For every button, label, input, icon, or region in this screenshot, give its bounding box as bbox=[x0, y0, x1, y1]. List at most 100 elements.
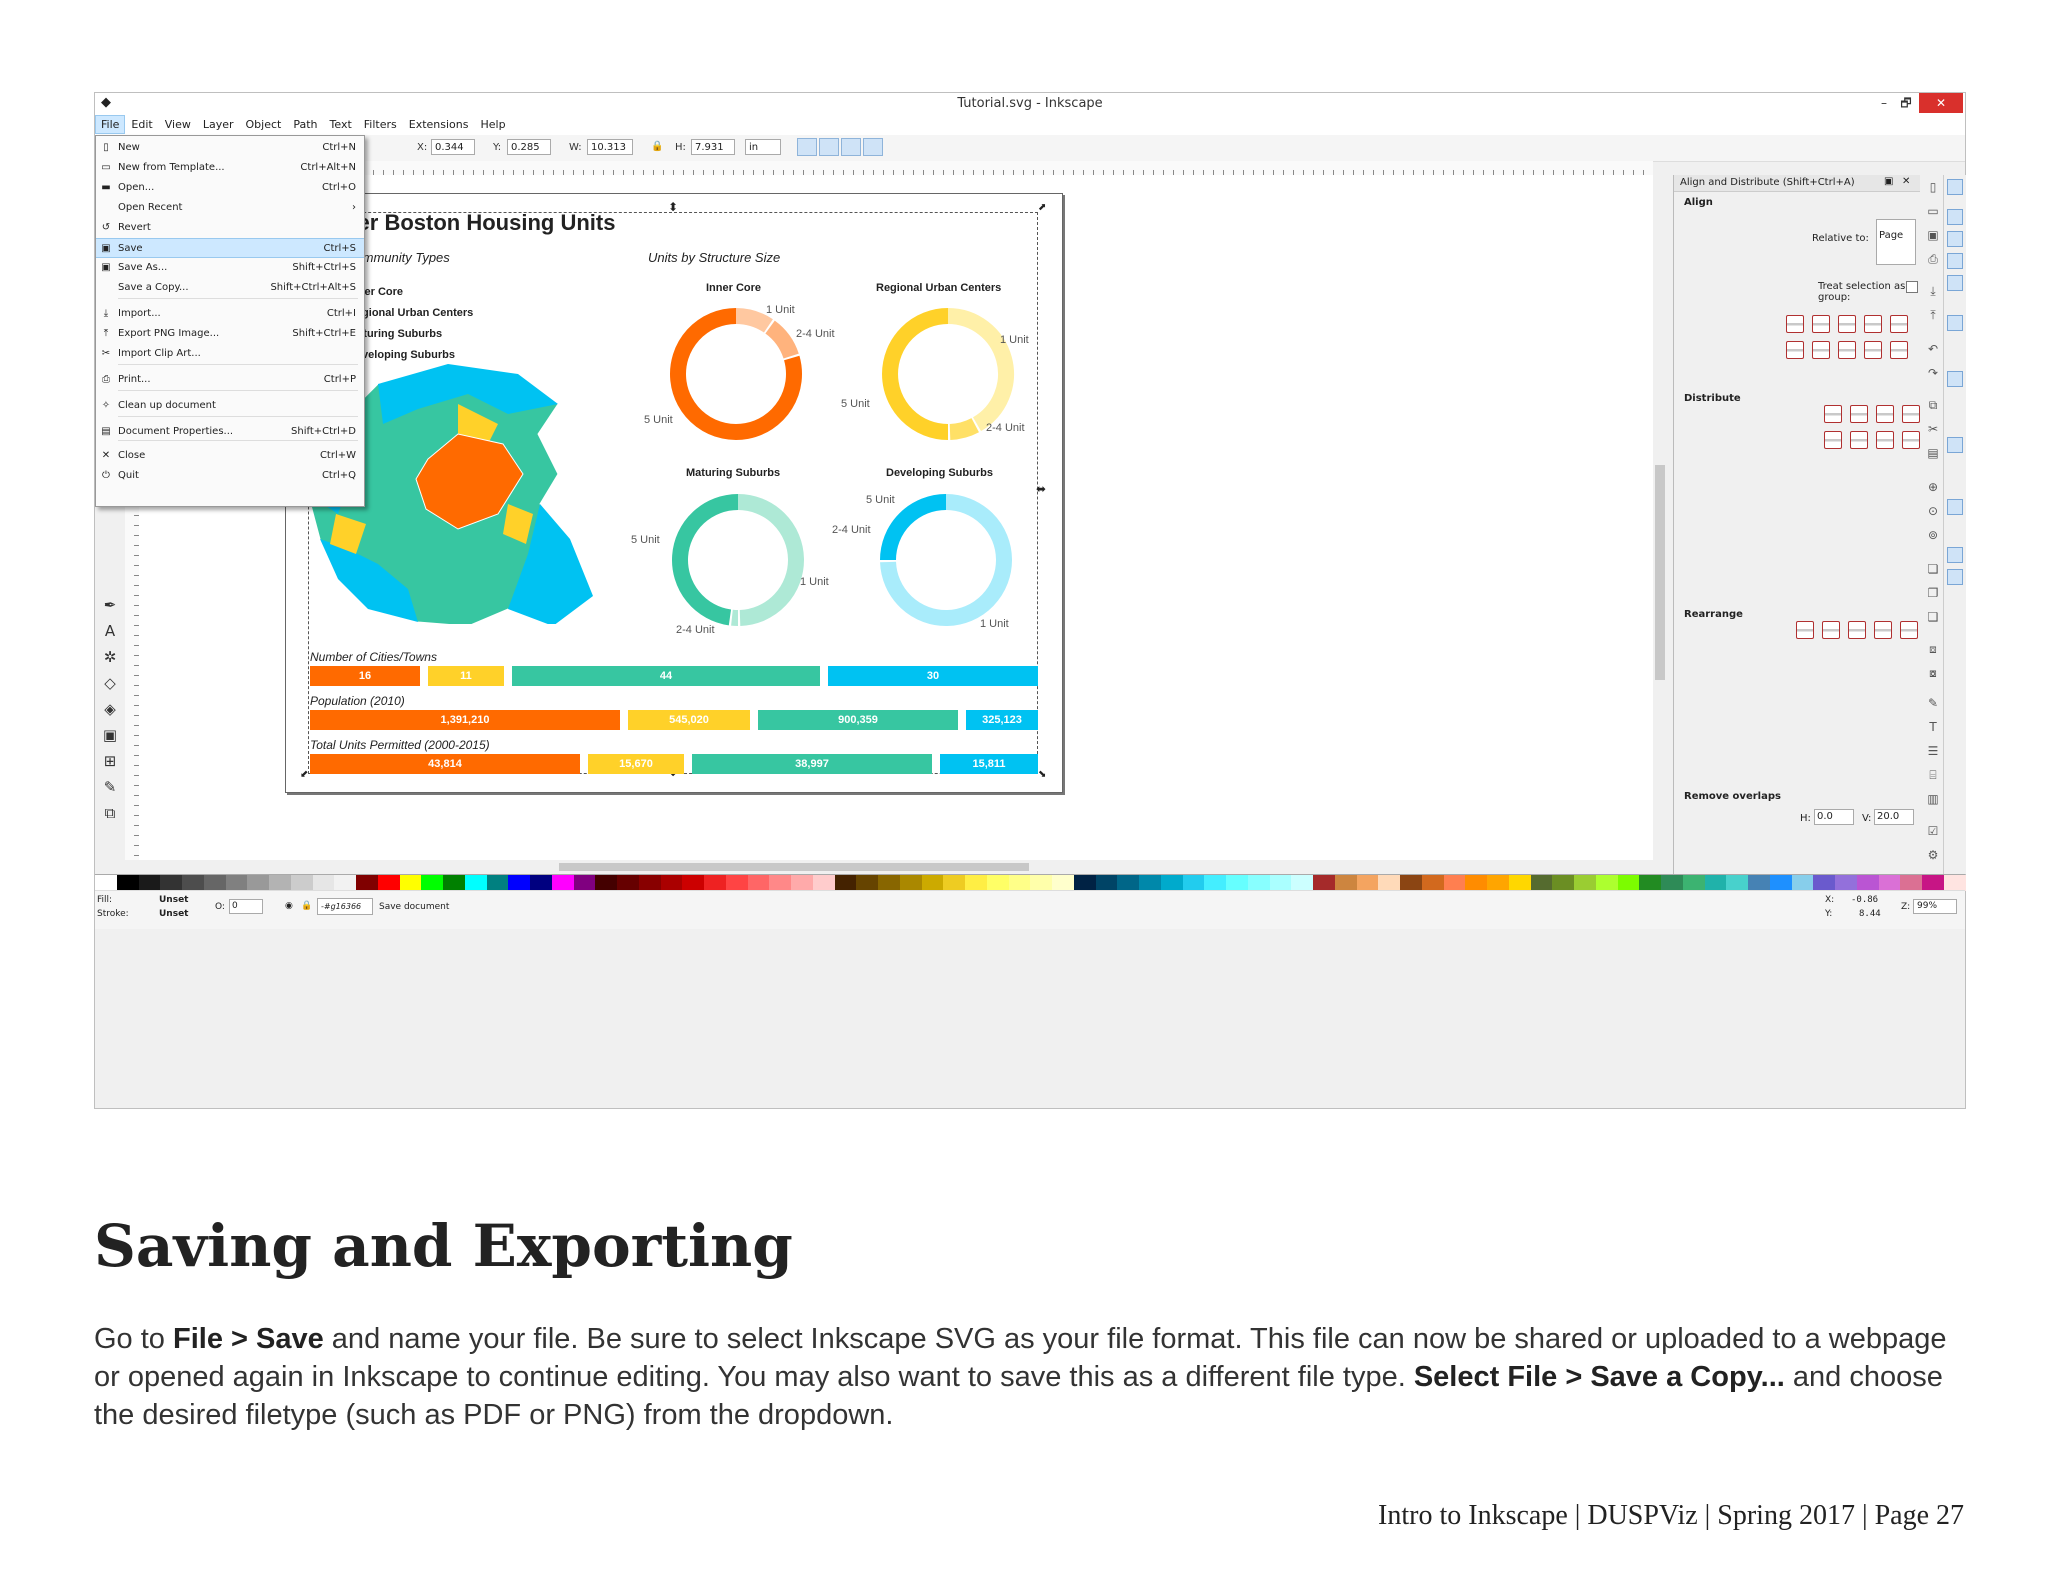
unlink-clone-icon[interactable]: ❑ bbox=[1925, 609, 1941, 625]
snap-bbox-edges-icon[interactable] bbox=[1947, 231, 1963, 247]
group-icon[interactable]: ⧈ bbox=[1925, 641, 1941, 657]
scale-corners-icon[interactable] bbox=[819, 138, 839, 156]
menu-filters[interactable]: Filters bbox=[358, 115, 403, 134]
color-swatch[interactable] bbox=[1443, 875, 1466, 891]
text-tool-icon[interactable]: A bbox=[100, 621, 120, 641]
export-icon[interactable]: ⤒ bbox=[1925, 307, 1941, 323]
color-swatch[interactable] bbox=[290, 875, 313, 891]
color-swatch[interactable] bbox=[812, 875, 835, 891]
color-swatch[interactable] bbox=[116, 875, 139, 891]
dock-iconify-icon[interactable]: ▣ bbox=[1884, 176, 1893, 187]
gradient-tool-icon[interactable]: ▣ bbox=[100, 725, 120, 745]
restore-button[interactable]: 🗗 bbox=[1895, 93, 1917, 113]
color-swatch[interactable] bbox=[1791, 875, 1814, 891]
zoom-page-icon[interactable]: ⊚ bbox=[1925, 527, 1941, 543]
snap-toggle-icon[interactable] bbox=[1947, 179, 1963, 195]
menu-extensions[interactable]: Extensions bbox=[403, 115, 475, 134]
color-swatch[interactable] bbox=[443, 875, 465, 891]
close-window-button[interactable]: ✕ bbox=[1919, 93, 1963, 113]
color-swatch[interactable] bbox=[1661, 875, 1683, 891]
xml-editor-icon[interactable]: ⌸ bbox=[1925, 767, 1941, 783]
color-swatch[interactable] bbox=[138, 875, 161, 891]
calligraphy-tool-icon[interactable]: ✒ bbox=[100, 595, 120, 615]
mesh-tool-icon[interactable]: ⊞ bbox=[100, 751, 120, 771]
file-menu-item[interactable]: ⤒ Export PNG Image... Shift+Ctrl+E bbox=[96, 324, 364, 344]
distribute-left-icon[interactable] bbox=[1824, 405, 1842, 423]
color-swatch[interactable] bbox=[1095, 875, 1118, 891]
vertical-scrollbar[interactable] bbox=[1653, 175, 1667, 860]
color-swatch[interactable] bbox=[356, 875, 378, 891]
open-icon[interactable]: ▭ bbox=[1925, 203, 1941, 219]
file-menu-item[interactable]: ▤ Document Properties... Shift+Ctrl+D bbox=[96, 422, 364, 442]
clone-icon[interactable]: ❐ bbox=[1925, 585, 1941, 601]
color-swatch[interactable] bbox=[965, 875, 987, 891]
print-icon[interactable]: ⎙ bbox=[1925, 251, 1941, 267]
current-layer-select[interactable]: -#g16366 bbox=[317, 898, 373, 915]
snap-bbox-midpoints-icon[interactable] bbox=[1947, 275, 1963, 291]
color-swatch[interactable] bbox=[856, 875, 878, 891]
ungroup-icon[interactable]: ⧇ bbox=[1925, 665, 1941, 681]
color-swatch[interactable] bbox=[1552, 875, 1574, 891]
scale-stroke-icon[interactable] bbox=[797, 138, 817, 156]
color-swatch[interactable] bbox=[1704, 875, 1727, 891]
snap-smooth-nodes-icon[interactable] bbox=[1947, 371, 1963, 387]
scale-handle-top-icon[interactable]: ⬍ bbox=[668, 200, 678, 214]
relative-to-select[interactable]: Page bbox=[1876, 219, 1916, 265]
snap-grid-icon[interactable] bbox=[1947, 547, 1963, 563]
color-swatch[interactable] bbox=[1226, 875, 1248, 891]
color-swatch[interactable] bbox=[791, 875, 813, 891]
align-distribute-icon[interactable]: ▥ bbox=[1925, 791, 1941, 807]
menu-view[interactable]: View bbox=[159, 115, 197, 134]
paint-bucket-icon[interactable]: ◈ bbox=[100, 699, 120, 719]
duplicate-icon[interactable]: ❏ bbox=[1925, 561, 1941, 577]
document-properties-icon[interactable]: ☑ bbox=[1925, 823, 1941, 839]
preferences-icon[interactable]: ⚙ bbox=[1925, 847, 1941, 863]
drawing-canvas[interactable]: ⬍ ⬍ ⬌ ⬌ ⬈ ⬋ ⬊ ater Boston Housing Units … bbox=[139, 175, 1653, 860]
snap-text-baseline-icon[interactable] bbox=[1947, 499, 1963, 515]
overlap-v-field[interactable]: 20.0 bbox=[1874, 809, 1914, 825]
file-menu-item[interactable]: ▣ Save As... Shift+Ctrl+S bbox=[96, 258, 364, 278]
color-swatch[interactable] bbox=[95, 875, 117, 891]
color-swatch[interactable] bbox=[638, 875, 661, 891]
corner-handle-bl-icon[interactable]: ⬋ bbox=[300, 769, 308, 780]
color-swatch[interactable] bbox=[1356, 875, 1379, 891]
fill-stroke-icon[interactable]: ✎ bbox=[1925, 695, 1941, 711]
color-swatch[interactable] bbox=[1008, 875, 1031, 891]
color-swatch[interactable] bbox=[943, 875, 965, 891]
y-field[interactable]: 0.285 bbox=[507, 139, 551, 155]
color-swatch[interactable] bbox=[160, 875, 182, 891]
redo-icon[interactable]: ↷ bbox=[1925, 365, 1941, 381]
color-swatch[interactable] bbox=[899, 875, 922, 891]
color-swatch[interactable] bbox=[1878, 875, 1901, 891]
file-menu-item[interactable]: ✂ Import Clip Art... bbox=[96, 344, 364, 364]
align-top-edge-icon[interactable] bbox=[1890, 341, 1908, 359]
color-swatch[interactable] bbox=[1160, 875, 1183, 891]
snap-guide-icon[interactable] bbox=[1947, 569, 1963, 585]
distribute-top-icon[interactable] bbox=[1824, 431, 1842, 449]
file-menu-item[interactable]: ▭ New from Template... Ctrl+Alt+N bbox=[96, 158, 364, 178]
color-swatch[interactable] bbox=[595, 875, 617, 891]
cut-icon[interactable]: ✂ bbox=[1925, 421, 1941, 437]
spray-tool-icon[interactable]: ✲ bbox=[100, 647, 120, 667]
center-vertical-axis-icon[interactable] bbox=[1838, 315, 1856, 333]
align-left-icon[interactable] bbox=[1812, 315, 1830, 333]
exchange-z-order-icon[interactable] bbox=[1822, 621, 1840, 639]
color-swatch[interactable] bbox=[1835, 875, 1857, 891]
color-swatch[interactable] bbox=[1421, 875, 1444, 891]
menu-edit[interactable]: Edit bbox=[125, 115, 158, 134]
corner-handle-br-icon[interactable]: ⬊ bbox=[1038, 769, 1046, 780]
menu-object[interactable]: Object bbox=[240, 115, 288, 134]
x-field[interactable]: 0.344 bbox=[431, 139, 475, 155]
color-swatch[interactable] bbox=[1204, 875, 1226, 891]
color-swatch[interactable] bbox=[1508, 875, 1531, 891]
distribute-right-icon[interactable] bbox=[1876, 405, 1894, 423]
stroke-value[interactable]: Unset bbox=[159, 909, 188, 919]
color-swatch[interactable] bbox=[660, 875, 683, 891]
snap-bbox-icon[interactable] bbox=[1947, 209, 1963, 225]
color-swatch[interactable] bbox=[1400, 875, 1422, 891]
color-swatch[interactable] bbox=[486, 875, 509, 891]
paste-icon[interactable]: ▤ bbox=[1925, 445, 1941, 461]
color-swatch[interactable] bbox=[617, 875, 639, 891]
color-swatch[interactable] bbox=[1530, 875, 1553, 891]
color-swatch[interactable] bbox=[421, 875, 443, 891]
